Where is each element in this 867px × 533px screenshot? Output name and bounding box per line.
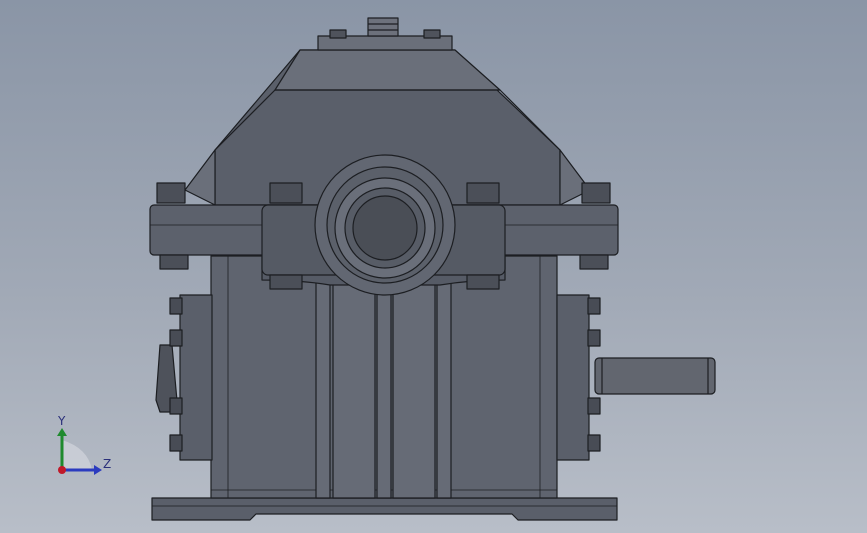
housing-ribs — [315, 279, 452, 499]
triad-plane — [62, 440, 92, 470]
y-axis-head — [57, 428, 67, 436]
base-plate — [151, 497, 618, 521]
left-side-cover — [179, 294, 213, 461]
breather-plug — [367, 17, 399, 37]
bearing-bore — [352, 195, 418, 261]
cad-viewport[interactable]: Y Z — [0, 0, 867, 533]
triad-origin — [58, 466, 66, 474]
gearbox-model[interactable] — [0, 0, 867, 533]
z-axis-head — [94, 465, 102, 475]
output-shaft — [594, 357, 716, 395]
triad-y-label: Y — [58, 414, 66, 428]
triad-z-label: Z — [103, 457, 112, 471]
right-side-cover — [556, 294, 590, 461]
